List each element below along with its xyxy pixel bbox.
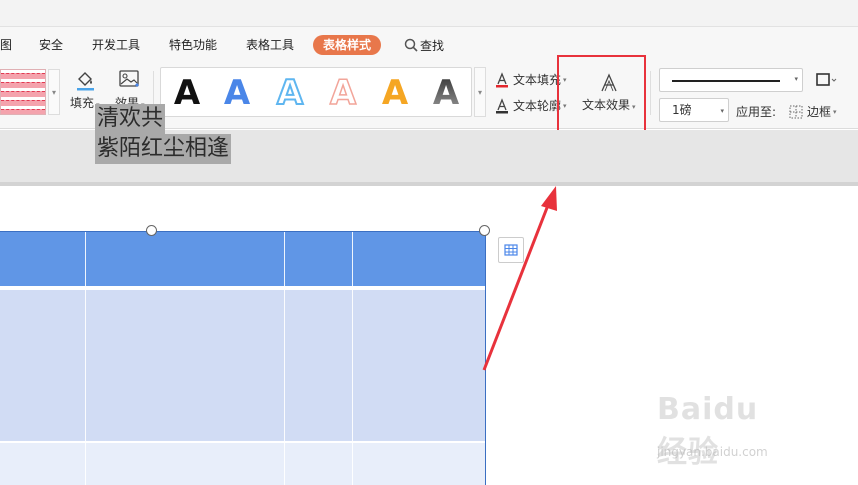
paint-bucket-icon [76, 72, 94, 91]
table-layout-button[interactable] [498, 237, 524, 263]
table-icon [504, 244, 518, 256]
table-column-divider [284, 231, 285, 485]
cell-text-line-2: 紫陌红尘相逢 [95, 134, 232, 164]
tab-features[interactable]: 特色功能 [169, 37, 217, 53]
text-fill-icon [496, 71, 508, 87]
search-tab-label: 查找 [420, 38, 445, 53]
table-resize-handle[interactable] [479, 225, 490, 236]
table-column-divider [352, 231, 353, 485]
table-column-divider [85, 231, 86, 485]
table-style-scroll[interactable]: ▾ [48, 69, 60, 115]
watermark-url: jingyan.baidu.com [657, 445, 768, 459]
border-icon [789, 105, 803, 118]
chevron-down-icon: ▾ [720, 107, 724, 115]
tab-security[interactable]: 安全 [39, 37, 63, 53]
border-style-button[interactable] [814, 71, 838, 89]
title-strip [0, 0, 858, 27]
text-style-gray-gradient[interactable]: A [426, 74, 466, 112]
tab-developer[interactable]: 开发工具 [92, 37, 140, 53]
border-frame-icon [816, 73, 837, 86]
apply-to-label: 应用至: [736, 105, 777, 119]
line-weight-value: 1磅 [672, 103, 692, 117]
text-outline-button[interactable]: 文本轮廓 ▾ [494, 97, 567, 114]
cell-text-line-1: 清欢共 [95, 104, 166, 134]
document-table[interactable] [0, 231, 486, 485]
text-fill-label: 文本填充 [513, 73, 562, 87]
text-style-blue-outline[interactable]: A [270, 73, 310, 113]
text-style-scroll[interactable]: ▾ [474, 67, 486, 117]
table-resize-handle[interactable] [146, 225, 157, 236]
tab-table-style[interactable]: 表格样式 [313, 35, 382, 55]
apply-to-label-wrap: 应用至: [736, 103, 776, 120]
table-header-row[interactable] [0, 231, 486, 286]
tab-view[interactable]: 图 [0, 37, 12, 53]
search-icon [404, 38, 418, 52]
table-style-preview[interactable] [0, 69, 46, 115]
search-tab[interactable]: 查找 [404, 36, 444, 54]
text-style-pink-outline[interactable]: A [323, 73, 363, 113]
line-style-preview [672, 80, 780, 82]
text-style-orange[interactable]: A [375, 74, 415, 112]
tab-table-tools[interactable]: 表格工具 [246, 37, 294, 53]
border-button[interactable]: 边框 ▾ [788, 103, 837, 120]
annotation-highlight-box [557, 55, 646, 142]
text-outline-label: 文本轮廓 [513, 99, 562, 113]
ribbon-tab-bar: 图 安全 开发工具 特色功能 表格工具 表格样式 查找 [0, 27, 858, 63]
image-effect-icon [119, 70, 139, 87]
border-label: 边框 [807, 105, 832, 119]
line-style-select[interactable]: ▾ [659, 68, 803, 92]
text-fill-button[interactable]: 文本填充 ▾ [494, 71, 567, 88]
chevron-down-icon: ▾ [794, 75, 798, 83]
text-outline-icon [496, 97, 508, 113]
watermark-brand: Baidu经验 [657, 392, 759, 470]
table-row[interactable] [0, 443, 486, 485]
selected-cell-text[interactable]: 清欢共 紫陌红尘相逢 [95, 104, 232, 164]
table-row[interactable] [0, 290, 486, 441]
line-weight-select[interactable]: 1磅 ▾ [659, 98, 729, 122]
fill-label: 填充 [70, 96, 95, 110]
ribbon-separator [650, 71, 651, 115]
